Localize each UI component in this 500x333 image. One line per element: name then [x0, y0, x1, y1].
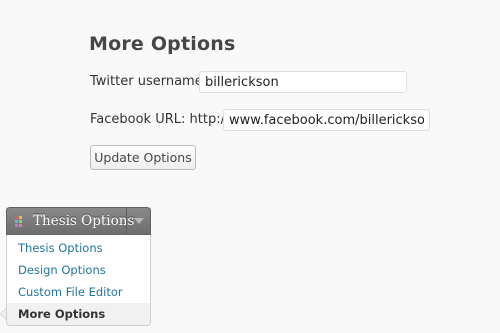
submenu-item-design-options[interactable]: Design Options: [7, 259, 150, 281]
update-options-button[interactable]: Update Options: [90, 145, 196, 170]
submenu-item-thesis-options[interactable]: Thesis Options: [7, 237, 150, 259]
submenu-list: Thesis Options Design Options Custom Fil…: [0, 235, 150, 325]
submenu-item-custom-file-editor[interactable]: Custom File Editor: [7, 281, 150, 303]
submenu-item-more-options[interactable]: More Options: [0, 303, 150, 325]
submenu-item-label: More Options: [18, 307, 106, 321]
menu-toggle[interactable]: [126, 208, 150, 234]
facebook-url-input[interactable]: [223, 109, 430, 131]
facebook-url-label: Facebook URL: http://: [90, 112, 230, 127]
page-title: More Options: [89, 33, 236, 55]
menu-header[interactable]: Thesis Options: [6, 207, 151, 235]
triangle-down-icon: [134, 218, 144, 224]
menu-header-title: Thesis Options: [33, 213, 135, 229]
twitter-username-input[interactable]: [199, 71, 407, 93]
twitter-username-label: Twitter username:: [90, 74, 208, 89]
current-item-arrow: [0, 308, 6, 320]
thesis-logo-icon: [15, 216, 25, 227]
thesis-options-menu: Thesis Options Thesis Options Design Opt…: [0, 207, 151, 326]
